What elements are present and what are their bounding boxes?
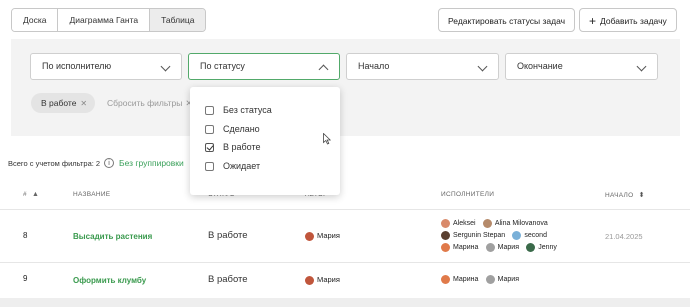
header-assignees[interactable]: ИСПОЛНИТЕЛИ: [441, 191, 494, 198]
header-start-label: НАЧАЛО: [605, 192, 634, 199]
status-option[interactable]: В работе: [205, 141, 261, 153]
assignee-name: Марина: [453, 244, 479, 251]
assignee: Мария: [485, 274, 520, 286]
status-option-label: Ожидает: [223, 161, 261, 171]
header-title[interactable]: НАЗВАНИЕ: [73, 191, 110, 198]
table-footer-band: [0, 298, 690, 307]
task-title-link[interactable]: Оформить клумбу: [73, 275, 146, 287]
assignee-name: Мария: [497, 244, 520, 251]
status-option[interactable]: Сделано: [205, 123, 260, 135]
reset-filters-link[interactable]: Сбросить фильтры ✕: [107, 93, 192, 113]
header-num[interactable]: # ▲: [23, 191, 39, 198]
assignee: Jenny: [526, 242, 557, 254]
info-icon[interactable]: i: [104, 158, 114, 168]
checkbox[interactable]: [205, 143, 214, 153]
row-num: 9: [23, 274, 28, 283]
status-filter-select[interactable]: По статусу: [188, 53, 340, 80]
author: Мария: [305, 230, 340, 242]
author-name: Мария: [317, 275, 340, 284]
status-value[interactable]: В работе: [208, 230, 248, 242]
plus-icon: +: [589, 14, 597, 28]
view-tabs: Доска Диаграмма Ганта Таблица: [11, 8, 207, 32]
avatar: [441, 274, 450, 284]
assignee: Мария: [485, 242, 520, 254]
avatar: [482, 218, 492, 228]
checkbox[interactable]: [205, 125, 214, 135]
status-option-label: Без статуса: [223, 105, 272, 115]
row-num: 8: [23, 231, 28, 240]
tab-board[interactable]: Доска: [12, 9, 59, 31]
end-filter-select[interactable]: Окончание: [505, 53, 658, 80]
assignees-list[interactable]: Aleksei Alina Milovanova Sergunin Stepan…: [441, 218, 591, 254]
status-option-label: Сделано: [223, 124, 260, 134]
status-option[interactable]: Ожидает: [205, 160, 260, 172]
grouping-link[interactable]: Без группировки: [119, 157, 184, 169]
assignee-name: Sergunin Stepan: [453, 232, 506, 239]
assignee-name: Aleksei: [453, 220, 476, 227]
reset-filters-label: Сбросить фильтры: [107, 98, 183, 108]
avatar: [441, 218, 450, 228]
row-divider: [0, 209, 690, 210]
avatar: [485, 242, 495, 252]
avatar: [441, 242, 450, 252]
avatar: [485, 274, 495, 284]
mouse-cursor-icon: [323, 133, 331, 145]
assignee-name: second: [524, 232, 547, 239]
total-count: Всего с учетом фильтра: 2: [8, 159, 101, 168]
checkbox[interactable]: [205, 162, 214, 172]
start-date: 21.04.2025: [605, 232, 643, 241]
assignee-name: Марина: [453, 276, 479, 283]
header-num-label: #: [23, 191, 27, 198]
assignee: Alina Milovanova: [482, 218, 548, 230]
edit-statuses-label: Редактировать статусы задач: [448, 16, 566, 26]
tab-gantt[interactable]: Диаграмма Ганта: [58, 9, 151, 31]
assignee: Sergunin Stepan: [441, 230, 505, 242]
assignee-name: Jenny: [538, 244, 557, 251]
edit-statuses-button[interactable]: Редактировать статусы задач: [438, 8, 576, 32]
start-filter-label: Начало: [358, 61, 390, 71]
avatar: [526, 242, 536, 252]
assignee-filter-label: По исполнителю: [42, 61, 112, 71]
chevron-down-icon: [160, 61, 171, 72]
end-filter-label: Окончание: [517, 61, 563, 71]
assignee: Aleksei: [441, 218, 476, 230]
status-filter-label: По статусу: [200, 61, 245, 71]
chevron-down-icon: [636, 61, 647, 72]
close-icon[interactable]: ✕: [80, 99, 87, 108]
assignee-name: Мария: [497, 276, 520, 283]
add-task-button[interactable]: + Добавить задачу: [579, 8, 677, 32]
add-task-label: Добавить задачу: [600, 16, 667, 26]
active-filter-chip-label: В работе: [41, 98, 77, 108]
chevron-up-icon: [318, 64, 329, 75]
author: Мария: [305, 274, 340, 286]
assignee-name: Alina Milovanova: [494, 220, 548, 227]
avatar: [512, 230, 522, 240]
task-title-link[interactable]: Высадить растения: [73, 231, 152, 243]
assignee-filter-select[interactable]: По исполнителю: [30, 53, 182, 80]
status-option-label: В работе: [223, 142, 261, 152]
assignee: Марина: [441, 242, 478, 254]
avatar: [441, 230, 450, 240]
avatar: [305, 231, 314, 241]
assignees-list[interactable]: Марина Мария: [441, 274, 524, 286]
assignee: Марина: [441, 274, 478, 286]
avatar: [305, 275, 314, 285]
status-dropdown: Без статуса Сделано В работе Ожидает: [190, 87, 340, 195]
checkbox[interactable]: [205, 106, 214, 116]
status-option[interactable]: Без статуса: [205, 104, 272, 116]
start-filter-select[interactable]: Начало: [346, 53, 499, 80]
assignee: second: [512, 230, 547, 242]
status-value[interactable]: В работе: [208, 274, 248, 286]
sort-asc-icon: ▲: [32, 191, 40, 198]
row-divider: [0, 262, 690, 263]
active-filter-chip[interactable]: В работе ✕: [31, 93, 96, 113]
header-start[interactable]: НАЧАЛО ⬍: [605, 191, 645, 199]
author-name: Мария: [317, 231, 340, 240]
tab-table[interactable]: Таблица: [150, 9, 206, 31]
sort-icon: ⬍: [638, 192, 645, 199]
chevron-down-icon: [477, 61, 488, 72]
